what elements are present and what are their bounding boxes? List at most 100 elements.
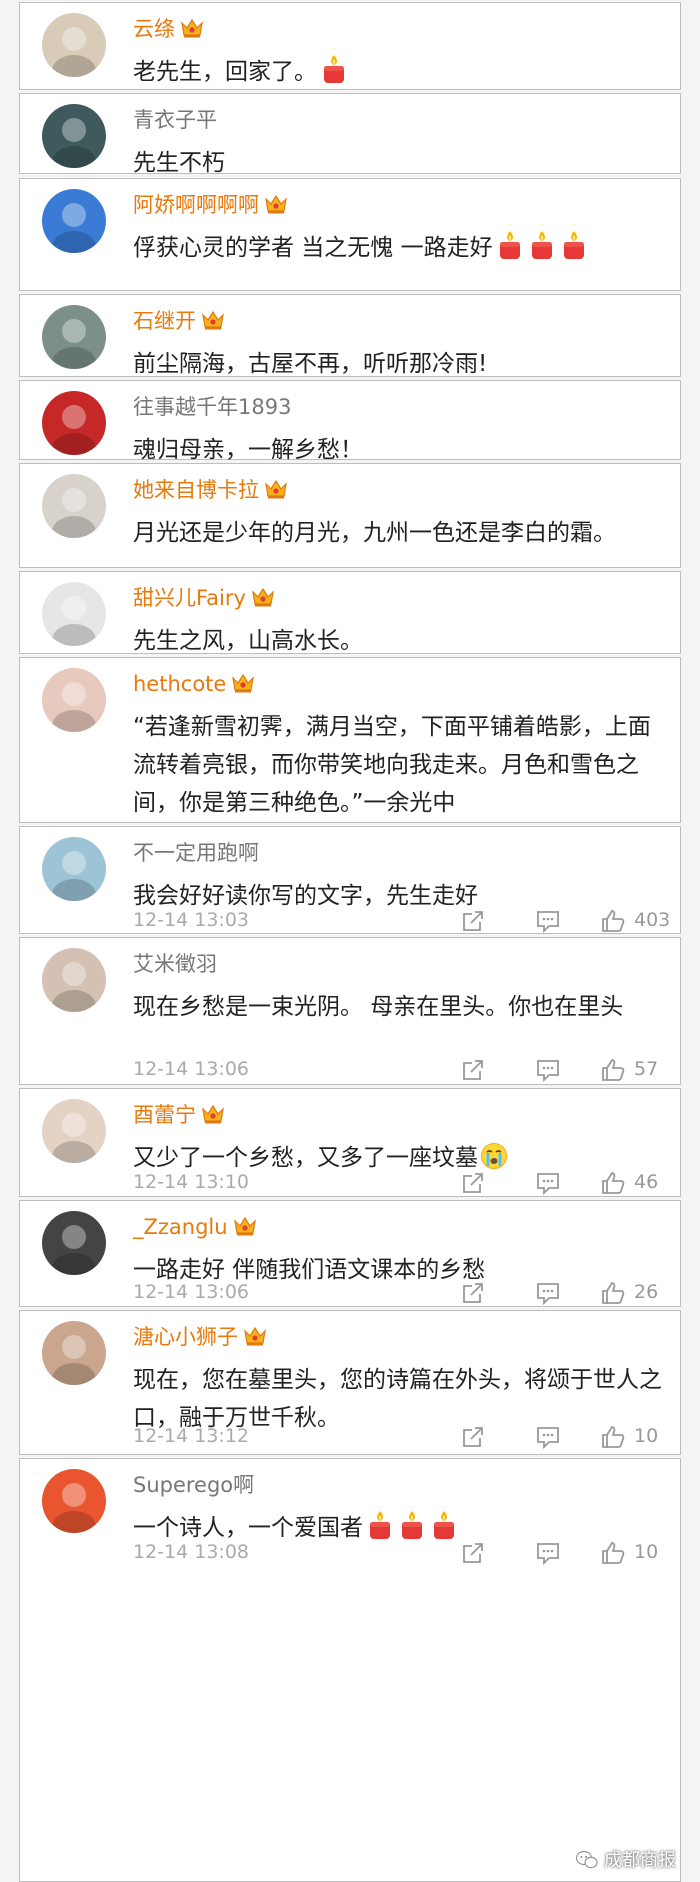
like-icon[interactable] (600, 908, 626, 934)
avatar[interactable] (42, 1321, 106, 1385)
username-link[interactable]: 溏心小狮子 (133, 1323, 268, 1351)
username-link[interactable]: 往事越千年1893 (133, 393, 291, 421)
comment-icon[interactable] (535, 1540, 561, 1566)
like-icon[interactable] (600, 1170, 626, 1196)
comment-body: 俘获心灵的学者 当之无愧 一路走好 (133, 235, 493, 261)
avatar[interactable] (42, 1211, 106, 1275)
timestamp: 12-14 13:10 (133, 1171, 250, 1193)
comment-card: 往事越千年1893 魂归母亲，一解乡愁！ (19, 380, 681, 463)
avatar[interactable] (42, 948, 106, 1012)
username-link[interactable]: 酉蕾宁 (133, 1101, 226, 1129)
username-text: 甜兴儿Fairy (133, 586, 246, 610)
like-icon[interactable] (600, 1540, 626, 1566)
comment-meta: 12-14 13:06 26 (20, 1277, 680, 1309)
avatar[interactable] (42, 582, 106, 646)
comment-card: 甜兴儿Fairy 先生之风，山高水长。 (19, 571, 681, 654)
username-text: hethcote (133, 672, 227, 696)
username-link[interactable]: 石继开 (133, 307, 226, 335)
comment-card: 不一定用跑啊 我会好好读你写的文字，先生走好 12-14 13:03 403 (19, 826, 681, 934)
timestamp: 12-14 13:12 (133, 1425, 250, 1447)
crying-emoji-icon (481, 1143, 507, 1169)
comment-text: 现在乡愁是一束光阴。 母亲在里头。你也在里头 (133, 988, 663, 1026)
comment-text: “若逢新雪初霁，满月当空，下面平铺着皓影，上面流转着亮银，而你带笑地向我走来。月… (133, 708, 663, 822)
comment-body: 老先生，回家了。 (133, 59, 317, 85)
vip-crown-icon (233, 1216, 256, 1236)
like-icon[interactable] (600, 1057, 626, 1083)
comment-meta: 12-14 13:08 10 (20, 1537, 680, 1569)
username-text: 艾米徵羽 (133, 952, 217, 976)
like-icon[interactable] (600, 1424, 626, 1450)
username-link[interactable]: 青衣子平 (133, 106, 217, 134)
comment-card: 青衣子平 先生不朽 (19, 93, 681, 176)
avatar[interactable] (42, 189, 106, 253)
share-icon[interactable] (460, 1540, 486, 1566)
avatar[interactable] (42, 1099, 106, 1163)
username-text: 不一定用跑啊 (133, 841, 259, 865)
comment-icon[interactable] (535, 1280, 561, 1306)
comment-meta: 12-14 13:03 403 (20, 905, 680, 937)
username-link[interactable]: 不一定用跑啊 (133, 839, 259, 867)
username-link[interactable]: 云绦 (133, 15, 205, 43)
username-link[interactable]: 艾米徵羽 (133, 950, 217, 978)
avatar[interactable] (42, 668, 106, 732)
comment-text: 老先生，回家了。 (133, 53, 663, 91)
comment-meta: 12-14 13:10 46 (20, 1167, 680, 1199)
comment-text: 前尘隔海，古屋不再，听听那冷雨! (133, 345, 663, 383)
share-icon[interactable] (460, 1280, 486, 1306)
share-icon[interactable] (460, 908, 486, 934)
avatar[interactable] (42, 13, 106, 77)
comment-icon[interactable] (535, 908, 561, 934)
comment-body: 先生之风，山高水长。 (133, 628, 363, 654)
comment-card: _Zzanglu 一路走好 伴随我们语文课本的乡愁 12-14 13:06 26 (19, 1200, 681, 1307)
comment-body: 先生不朽 (133, 150, 225, 176)
comment-icon[interactable] (535, 1057, 561, 1083)
username-link[interactable]: 甜兴儿Fairy (133, 584, 276, 612)
username-text: 青衣子平 (133, 108, 217, 132)
like-count: 403 (634, 909, 671, 931)
username-link[interactable]: Superego啊 (133, 1471, 254, 1499)
username-link[interactable]: 她来自博卡拉 (133, 476, 289, 504)
avatar-image (42, 13, 106, 77)
timestamp: 12-14 13:08 (133, 1541, 250, 1563)
avatar-image (42, 1099, 106, 1163)
comment-text: 先生之风，山高水长。 (133, 622, 663, 660)
avatar[interactable] (42, 305, 106, 369)
comment-meta: 12-14 13:12 10 (20, 1421, 680, 1453)
avatar[interactable] (42, 391, 106, 455)
vip-crown-icon (252, 587, 274, 607)
comment-card: hethcote “若逢新雪初霁，满月当空，下面平铺着皓影，上面流转着亮银，而你带… (19, 657, 681, 823)
username-link[interactable]: 阿娇啊啊啊啊 (133, 191, 289, 219)
share-icon[interactable] (460, 1057, 486, 1083)
comment-body: 前尘隔海，古屋不再，听听那冷雨! (133, 351, 488, 377)
vip-crown-icon (265, 194, 287, 214)
like-icon[interactable] (600, 1280, 626, 1306)
avatar[interactable] (42, 1469, 106, 1533)
avatar[interactable] (42, 104, 106, 168)
avatar-image (42, 1211, 106, 1275)
avatar[interactable] (42, 837, 106, 901)
username-link[interactable]: _Zzanglu (133, 1213, 258, 1241)
share-icon[interactable] (460, 1170, 486, 1196)
comment-icon[interactable] (535, 1170, 561, 1196)
avatar-image (42, 837, 106, 901)
username-link[interactable]: hethcote (133, 670, 256, 698)
like-count: 10 (634, 1541, 659, 1563)
watermark-text: 成都商报 (604, 1850, 676, 1871)
timestamp: 12-14 13:06 (133, 1058, 250, 1080)
like-count: 10 (634, 1425, 659, 1447)
vip-crown-icon (202, 1104, 224, 1124)
avatar-image (42, 189, 106, 253)
avatar[interactable] (42, 474, 106, 538)
candle-emoji-icon (324, 55, 344, 83)
comment-card: Superego啊 一个诗人，一个爱国者 12-14 13:08 10 (19, 1458, 681, 1882)
comment-text: 俘获心灵的学者 当之无愧 一路走好 (133, 229, 663, 267)
candle-emoji-icon (531, 231, 552, 259)
share-icon[interactable] (460, 1424, 486, 1450)
vip-crown-icon (232, 673, 255, 693)
username-text: 她来自博卡拉 (133, 478, 259, 502)
comment-card: 溏心小狮子 现在，您在墓里头，您的诗篇在外头，将颂于世人之口，融于万世千秋。 12-… (19, 1310, 681, 1455)
avatar-image (42, 391, 106, 455)
comment-meta: 12-14 13:06 57 (20, 1054, 680, 1086)
avatar-image (42, 1469, 106, 1533)
comment-icon[interactable] (535, 1424, 561, 1450)
